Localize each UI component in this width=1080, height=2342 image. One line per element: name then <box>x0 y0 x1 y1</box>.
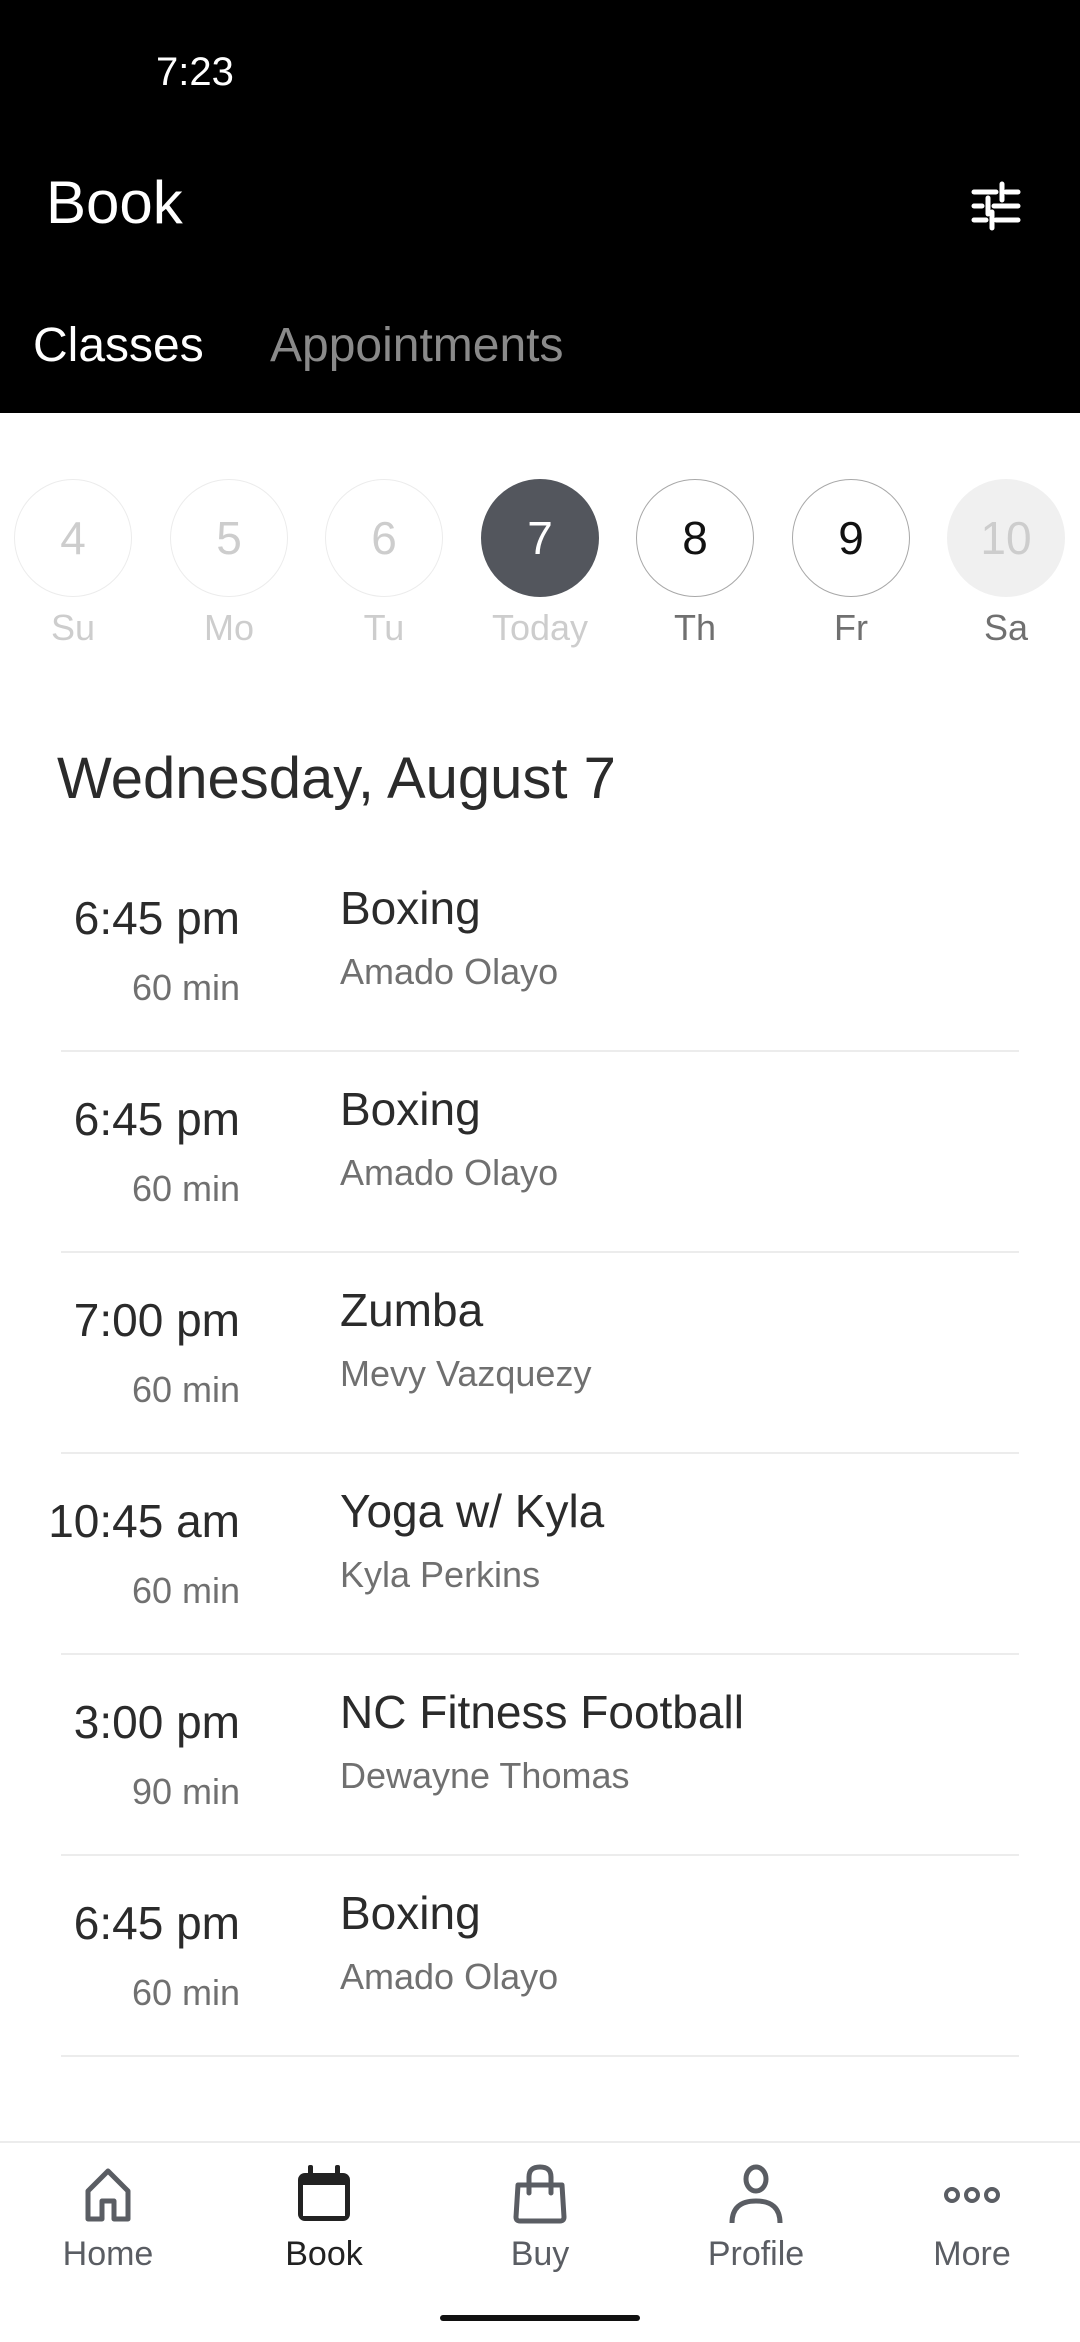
class-row[interactable]: 6:45 pm 60 min Boxing Amado Olayo <box>61 851 1019 1052</box>
class-instructor: Kyla Perkins <box>340 1554 541 1595</box>
page-title: Book <box>46 169 183 236</box>
day-label: Sa <box>983 607 1029 648</box>
class-instructor: Mevy Vazquezy <box>340 1353 592 1394</box>
nav-item-book[interactable]: Book <box>216 2163 432 2274</box>
class-list: 6:45 pm 60 min Boxing Amado Olayo 6:45 p… <box>0 851 1080 2057</box>
sliders-icon <box>971 181 1021 231</box>
class-name: Boxing <box>340 1083 481 1135</box>
more-dots-icon <box>944 2187 1000 2203</box>
day-label: Th <box>673 607 716 648</box>
class-instructor: Amado Olayo <box>340 951 559 992</box>
day-selector-4[interactable]: 4 Su <box>13 479 133 649</box>
nav-item-buy[interactable]: Buy <box>432 2163 648 2274</box>
day-number: 8 <box>636 479 754 597</box>
class-duration: 60 min <box>131 1570 240 1611</box>
nav-label: Book <box>285 2235 363 2273</box>
class-time: 6:45 pm <box>73 1897 240 1949</box>
day-label: Su <box>50 607 96 648</box>
class-time: 6:45 pm <box>73 892 240 944</box>
class-duration: 60 min <box>131 1369 240 1410</box>
class-row[interactable]: 6:45 pm 60 min Boxing Amado Olayo <box>61 1052 1019 1253</box>
app-header: 7:23 Book Classes Appointments <box>0 0 1080 413</box>
person-icon <box>729 2164 783 2224</box>
day-selector-10[interactable]: 10 Sa <box>946 479 1066 649</box>
day-selector-7[interactable]: 7 Today <box>480 479 600 649</box>
day-label: Tu <box>363 607 405 648</box>
day-number: 7 <box>481 479 599 597</box>
day-selector-6[interactable]: 6 Tu <box>324 479 444 649</box>
calendar-icon <box>298 2165 350 2221</box>
nav-label: Profile <box>707 2235 805 2273</box>
tab-classes[interactable]: Classes <box>33 318 204 373</box>
class-row[interactable]: 3:00 pm 90 min NC Fitness Football Deway… <box>61 1655 1019 1856</box>
class-row[interactable]: 10:45 am 60 min Yoga w/ Kyla Kyla Perkin… <box>48 1454 1019 1655</box>
day-number: 4 <box>14 479 132 597</box>
day-number: 10 <box>947 479 1065 597</box>
class-time: 6:45 pm <box>73 1093 240 1145</box>
tab-appointments[interactable]: Appointments <box>270 318 564 373</box>
nav-label: More <box>933 2235 1011 2273</box>
date-heading: Wednesday, August 7 <box>57 746 616 811</box>
home-indicator[interactable] <box>440 2315 640 2321</box>
nav-item-home[interactable]: Home <box>0 2163 216 2274</box>
day-label: Today <box>491 607 589 648</box>
shopping-bag-icon <box>513 2164 567 2224</box>
class-time: 10:45 am <box>48 1495 240 1547</box>
class-time: 7:00 pm <box>73 1294 240 1346</box>
class-instructor: Amado Olayo <box>340 1956 559 1997</box>
day-label: Mo <box>203 607 254 648</box>
class-duration: 90 min <box>131 1771 240 1812</box>
filter-button[interactable] <box>960 168 1032 240</box>
nav-label: Buy <box>510 2235 570 2273</box>
day-number: 6 <box>325 479 443 597</box>
day-number: 5 <box>170 479 288 597</box>
class-duration: 60 min <box>131 967 240 1008</box>
nav-item-more[interactable]: More <box>864 2163 1080 2274</box>
bottom-navigation: Home Book Buy Profile More <box>0 2141 1080 2342</box>
home-icon <box>85 2168 131 2222</box>
class-name: Boxing <box>340 1887 481 1939</box>
class-name: NC Fitness Football <box>340 1686 744 1738</box>
class-name: Yoga w/ Kyla <box>340 1485 605 1537</box>
class-instructor: Amado Olayo <box>340 1152 559 1193</box>
class-name: Zumba <box>340 1284 484 1336</box>
status-bar-time: 7:23 <box>156 50 234 94</box>
class-duration: 60 min <box>131 1168 240 1209</box>
nav-label: Home <box>62 2235 154 2273</box>
day-label: Fr <box>834 607 868 648</box>
class-duration: 60 min <box>131 1972 240 2013</box>
day-selector-9[interactable]: 9 Fr <box>791 479 911 649</box>
day-number: 9 <box>792 479 910 597</box>
class-instructor: Dewayne Thomas <box>340 1755 630 1796</box>
nav-item-profile[interactable]: Profile <box>648 2163 864 2274</box>
class-time: 3:00 pm <box>73 1696 240 1748</box>
day-selector-5[interactable]: 5 Mo <box>169 479 289 649</box>
class-row[interactable]: 6:45 pm 60 min Boxing Amado Olayo <box>61 1856 1019 2057</box>
day-selector-8[interactable]: 8 Th <box>635 479 755 649</box>
class-name: Boxing <box>340 882 481 934</box>
class-row[interactable]: 7:00 pm 60 min Zumba Mevy Vazquezy <box>61 1253 1019 1454</box>
